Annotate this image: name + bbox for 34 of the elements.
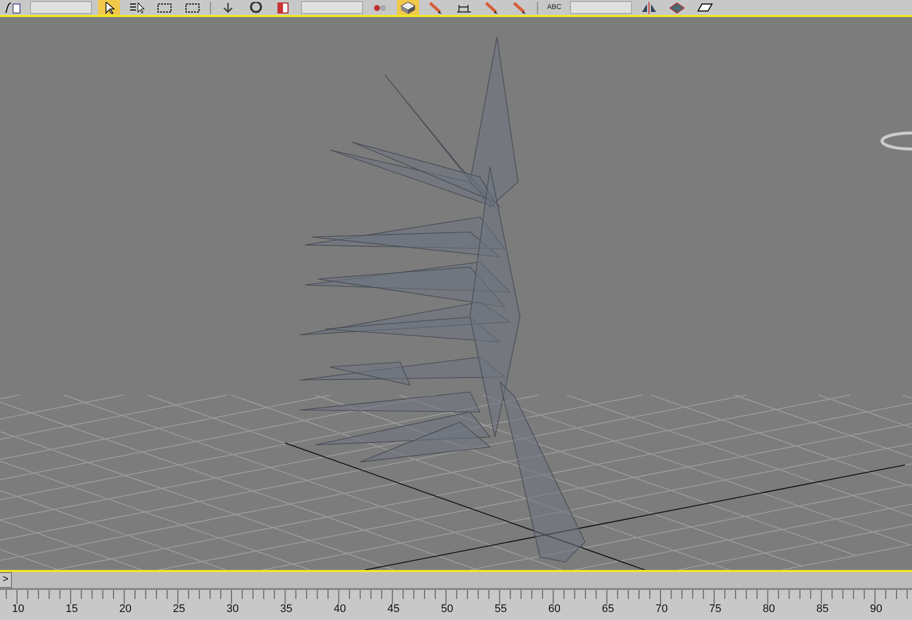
frame-label: 70 xyxy=(656,603,668,615)
frame-label: 55 xyxy=(494,603,507,615)
listcursor-icon xyxy=(129,2,145,14)
frame-label: 40 xyxy=(334,603,346,615)
frame-label: 35 xyxy=(280,603,292,615)
frame-label: 15 xyxy=(66,603,78,615)
frame-label: 30 xyxy=(226,603,239,615)
marquee-icon xyxy=(157,2,173,14)
frame-label: 80 xyxy=(762,603,775,615)
frame-label: 60 xyxy=(548,603,560,615)
frame-label: 20 xyxy=(119,603,132,615)
dropdown-field[interactable] xyxy=(301,1,363,14)
curve-icon xyxy=(5,2,21,14)
ring-icon xyxy=(248,2,264,14)
frame-label: 10 xyxy=(12,603,24,615)
frame-label: 85 xyxy=(816,603,829,615)
marquee-icon xyxy=(185,2,201,14)
frame-label: 25 xyxy=(172,603,186,615)
cursor-tool-button[interactable] xyxy=(98,0,120,15)
expand-button[interactable]: > xyxy=(0,572,12,588)
pencil-icon xyxy=(512,2,528,14)
frame-label: 45 xyxy=(387,603,400,615)
mirror-icon xyxy=(641,2,658,14)
frame-label: 75 xyxy=(709,603,722,615)
frame-label: 65 xyxy=(602,603,614,615)
cube-tool-button[interactable] xyxy=(397,0,419,15)
frame-label: 90 xyxy=(870,603,882,615)
frame-label: 50 xyxy=(441,603,454,615)
pencil-icon xyxy=(484,2,500,14)
dropdown-field[interactable] xyxy=(570,1,632,14)
pencil-icon xyxy=(428,2,444,14)
cube-icon xyxy=(400,2,416,14)
gizmo-ring-icon xyxy=(880,132,912,150)
dropdown-field[interactable] xyxy=(30,1,92,14)
